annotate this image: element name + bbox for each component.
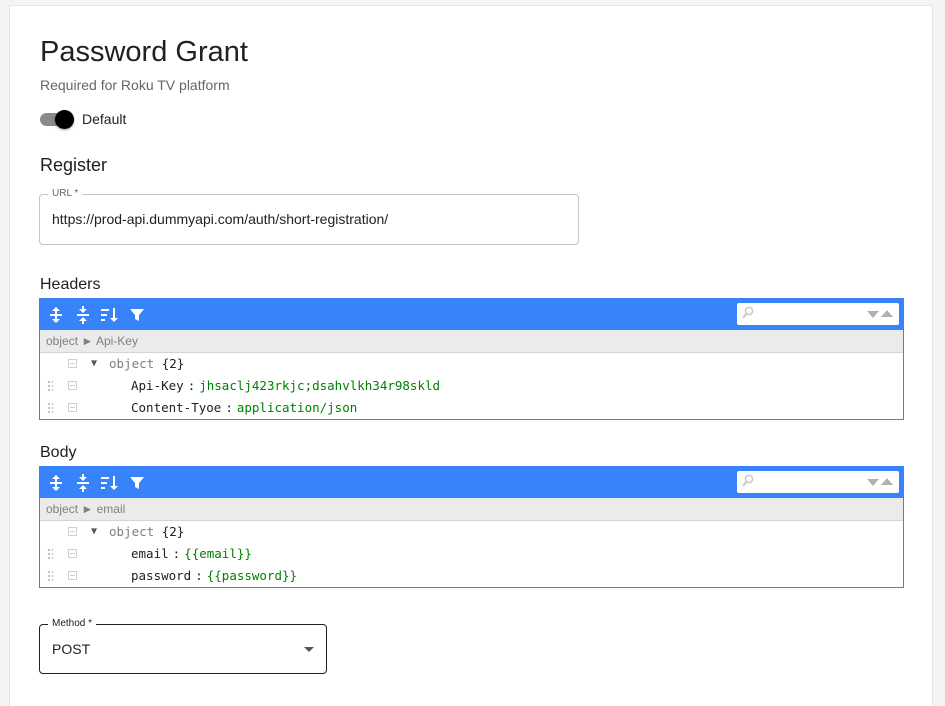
body-breadcrumb: object ► email [40,498,903,521]
headers-search-box[interactable] [737,303,899,325]
page-subtitle: Required for Roku TV platform [40,77,230,93]
headers-search-input[interactable] [757,305,861,323]
context-menu-button[interactable] [68,381,77,390]
root-type: object [109,356,155,371]
breadcrumb-item[interactable]: Api-Key [96,334,138,348]
headers-editor-toolbar [40,299,903,330]
breadcrumb-item[interactable]: object [46,502,78,516]
collapse-toggle-icon[interactable]: ▼ [91,353,97,375]
context-menu-button[interactable] [68,549,77,558]
search-icon [742,306,754,319]
root-object-label: object {2} [109,353,184,375]
collapse-toggle-icon[interactable]: ▼ [91,521,97,543]
search-previous-icon[interactable] [881,310,893,317]
tree-root-row[interactable]: ▼ object {2} [40,353,903,375]
field-key[interactable]: email [131,546,169,561]
body-editor-toolbar [40,467,903,498]
sort-icon[interactable] [100,305,120,325]
method-select[interactable]: Method * POST [39,618,327,674]
page-title: Password Grant [40,36,248,68]
url-field[interactable]: URL * https://prod-api.dummyapi.com/auth… [39,188,579,245]
key-value-separator: : [225,400,233,415]
field-key[interactable]: Content-Tyoe [131,400,221,415]
tree-row[interactable]: Api-Key: jhsaclj423rkjc;dsahvlkh34r98skld [40,375,903,397]
breadcrumb-separator: ► [81,334,96,348]
headers-label: Headers [40,276,101,293]
body-tree: ▼ object {2} email: {{email}} password:{{… [40,521,903,587]
body-search-box[interactable] [737,471,899,493]
headers-breadcrumb: object ► Api-Key [40,330,903,353]
sort-icon[interactable] [100,473,120,493]
url-field-label: URL * [48,188,83,200]
tree-root-row[interactable]: ▼ object {2} [40,521,903,543]
expand-all-icon[interactable] [46,305,66,325]
key-value-separator: : [172,546,181,561]
toggle-thumb [55,110,74,129]
context-menu-button[interactable] [68,403,77,412]
field-value[interactable]: application/json [237,400,357,415]
key-value-separator: : [187,378,196,393]
breadcrumb-item[interactable]: email [97,502,126,516]
collapse-all-icon[interactable] [73,305,93,325]
context-menu-button[interactable] [68,571,77,580]
field-key[interactable]: Api-Key [131,378,184,393]
key-value-separator: : [195,568,203,583]
default-toggle[interactable] [40,109,76,129]
search-next-icon[interactable] [867,479,879,486]
filter-icon[interactable] [127,305,147,325]
tree-row[interactable]: password: {{password}} [40,565,903,587]
context-menu-button[interactable] [68,527,77,536]
collapse-all-icon[interactable] [73,473,93,493]
breadcrumb-item[interactable]: object [46,334,78,348]
tree-row[interactable]: email: {{email}} [40,543,903,565]
headers-json-editor: object ► Api-Key ▼ object {2} Api-Key: jh… [39,298,904,420]
register-heading: Register [40,155,108,175]
expand-all-icon[interactable] [46,473,66,493]
root-type: object [109,524,155,539]
root-object-label: object {2} [109,521,184,543]
default-toggle-label: Default [82,111,127,127]
root-count: {2} [161,356,185,371]
field-value[interactable]: jhsaclj423rkjc;dsahvlkh34r98skld [199,378,440,393]
search-previous-icon[interactable] [881,478,893,485]
search-icon [742,474,754,487]
method-select-label: Method * [48,618,97,630]
field-value[interactable]: {{email}} [184,546,252,561]
drag-handle-icon[interactable] [47,402,53,414]
body-json-editor: object ► email ▼ object {2} email: {{emai… [39,466,904,588]
root-count: {2} [161,524,185,539]
search-next-icon[interactable] [867,311,879,318]
filter-icon[interactable] [127,473,147,493]
body-search-input[interactable] [757,473,861,491]
method-select-value: POST [52,641,91,657]
drag-handle-icon[interactable] [47,548,53,560]
breadcrumb-separator: ► [81,502,97,516]
dropdown-arrow-icon[interactable] [304,647,314,652]
drag-handle-icon[interactable] [47,380,53,392]
context-menu-button[interactable] [68,359,77,368]
tree-row[interactable]: Content-Tyoe: application/json [40,397,903,419]
field-value[interactable]: {{password}} [207,568,297,583]
body-label: Body [40,444,77,461]
url-field-value[interactable]: https://prod-api.dummyapi.com/auth/short… [52,211,388,227]
headers-tree: ▼ object {2} Api-Key: jhsaclj423rkjc;dsah… [40,353,903,419]
field-key[interactable]: password [131,568,191,583]
drag-handle-icon[interactable] [47,570,53,582]
